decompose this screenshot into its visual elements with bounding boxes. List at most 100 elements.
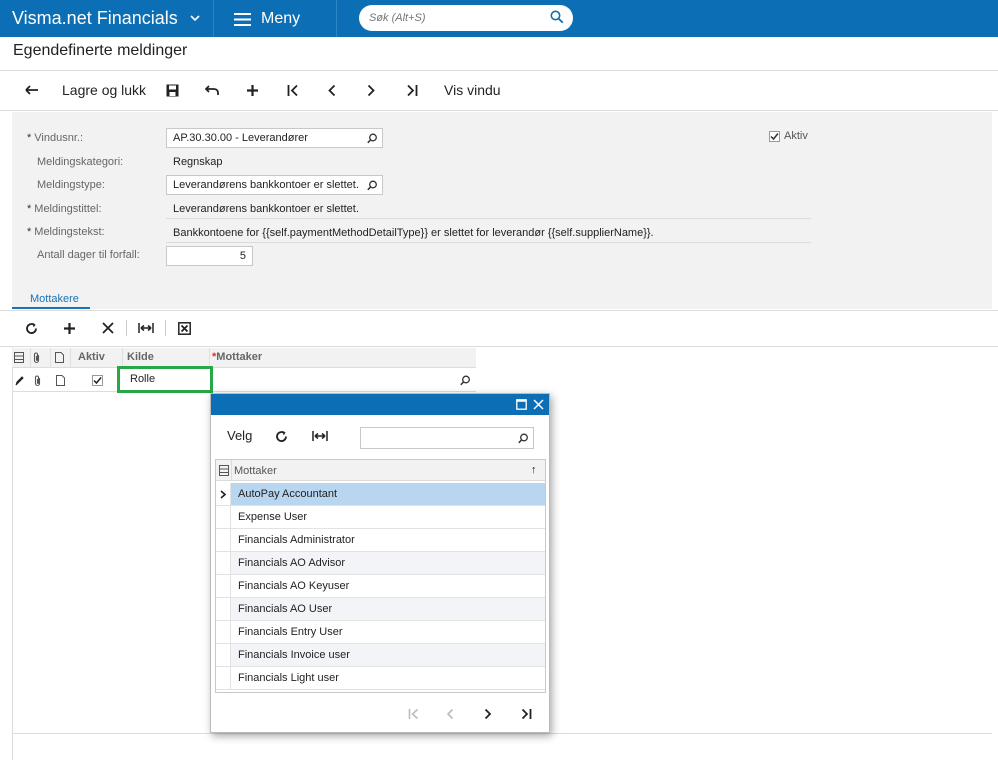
search-icon[interactable] <box>367 180 378 191</box>
meldingstekst-label: * Meldingstekst: <box>27 226 105 238</box>
meldingstittel-field[interactable]: Leverandørens bankkontoer er slettet. <box>173 203 359 215</box>
save-close-button[interactable]: Lagre og lukk <box>62 80 146 100</box>
list-item[interactable]: AutoPay Accountant <box>216 483 545 506</box>
list-item[interactable]: Financials Invoice user <box>216 644 545 667</box>
close-icon[interactable] <box>533 399 544 410</box>
kilde-cell[interactable]: Rolle <box>117 366 213 393</box>
pencil-icon <box>15 376 24 386</box>
list-item[interactable]: Expense User <box>216 506 545 529</box>
field-underline <box>166 242 811 243</box>
chevron-right-icon <box>484 708 492 720</box>
menu-button[interactable]: Meny <box>234 10 300 28</box>
checkbox-checked-icon <box>769 130 780 142</box>
popup-search-input[interactable] <box>365 431 510 445</box>
column-header-mottaker[interactable]: Mottaker <box>234 465 277 477</box>
antall-dager-field[interactable]: 5 <box>166 246 253 266</box>
current-row-arrow-icon <box>220 490 226 499</box>
add-button[interactable] <box>242 80 262 100</box>
meldingskategori-value: Regnskap <box>173 156 223 168</box>
popup-titlebar <box>211 394 549 415</box>
save-button[interactable] <box>162 80 182 100</box>
row-selector-icon[interactable] <box>14 352 24 363</box>
last-page-icon <box>521 708 531 720</box>
table-row[interactable] <box>12 370 476 392</box>
meldingstype-field[interactable]: Leverandørens bankkontoer er slettet. <box>166 175 383 195</box>
field-underline <box>166 218 811 219</box>
note-icon[interactable] <box>55 352 64 363</box>
arrow-left-icon <box>25 85 38 95</box>
tab-mottakere[interactable]: Mottakere <box>30 293 79 305</box>
undo-button[interactable] <box>202 80 222 100</box>
menu-label: Meny <box>261 10 301 27</box>
plus-icon <box>63 322 75 334</box>
main-toolbar: Lagre og lukk Vis vindu <box>0 74 998 104</box>
checkbox-checked-icon <box>93 377 102 385</box>
global-search-input[interactable] <box>369 9 539 27</box>
column-divider <box>231 460 232 481</box>
list-item[interactable]: Financials Administrator <box>216 529 545 552</box>
list-item[interactable]: Financials Entry User <box>216 621 545 644</box>
aktiv-row-checkbox[interactable] <box>92 375 103 386</box>
paperclip-icon[interactable] <box>32 352 41 364</box>
toolbar-divider <box>126 320 127 336</box>
column-divider <box>122 348 123 368</box>
last-record-button[interactable] <box>402 80 422 100</box>
refresh-icon <box>25 322 37 334</box>
refresh-icon <box>276 430 287 442</box>
next-record-button[interactable] <box>361 80 381 100</box>
divider <box>0 310 998 311</box>
mottaker-selector-popup: Velg Mottaker ↑ AutoPay Accountant Expen… <box>210 393 550 733</box>
back-button[interactable] <box>22 80 42 100</box>
divider <box>12 733 992 734</box>
column-divider <box>30 348 31 368</box>
topbar-divider <box>336 0 337 37</box>
meldingstekst-field[interactable]: Bankkontoene for {{self.paymentMethodDet… <box>173 227 654 239</box>
delete-row-button[interactable] <box>99 320 117 336</box>
paperclip-icon[interactable] <box>33 375 42 387</box>
column-divider <box>70 348 71 368</box>
vindusnr-field[interactable]: AP.30.30.00 - Leverandører <box>166 128 383 148</box>
topbar-divider <box>213 0 214 37</box>
column-header-aktiv[interactable]: Aktiv <box>78 351 105 363</box>
maximize-icon[interactable] <box>516 399 527 410</box>
popup-search[interactable] <box>360 427 534 449</box>
grid-border <box>12 346 13 760</box>
sort-ascending-icon[interactable]: ↑ <box>531 464 537 476</box>
list-item[interactable]: Financials Light user <box>216 667 545 690</box>
search-icon[interactable] <box>460 375 471 386</box>
add-row-button[interactable] <box>60 320 78 336</box>
form-panel <box>12 112 992 309</box>
meldingskategori-label: Meldingskategori: <box>37 156 124 168</box>
next-page-button[interactable] <box>479 706 497 722</box>
column-divider <box>50 348 51 368</box>
previous-record-button[interactable] <box>321 80 341 100</box>
aktiv-checkbox[interactable]: Aktiv <box>769 130 808 142</box>
search-icon[interactable] <box>367 133 378 144</box>
column-header-kilde[interactable]: Kilde <box>127 351 154 363</box>
global-search[interactable] <box>359 5 573 31</box>
list-item[interactable]: Financials AO User <box>216 598 545 621</box>
app-switcher[interactable]: Visma.net Financials <box>12 8 200 29</box>
first-page-button[interactable] <box>404 706 422 722</box>
velg-button[interactable]: Velg <box>227 428 252 443</box>
fit-columns-button[interactable] <box>312 430 328 442</box>
row-selector-icon[interactable] <box>219 465 229 476</box>
export-excel-icon <box>177 321 191 335</box>
first-record-button[interactable] <box>283 80 303 100</box>
row-selector <box>216 483 231 505</box>
list-item[interactable]: Financials AO Keyuser <box>216 575 545 598</box>
grid-header: Aktiv Kilde *Mottaker <box>12 348 476 368</box>
search-icon[interactable] <box>518 433 529 444</box>
refresh-button[interactable] <box>22 320 40 336</box>
search-icon[interactable] <box>550 10 564 24</box>
previous-page-button[interactable] <box>441 706 459 722</box>
list-item[interactable]: Financials AO Advisor <box>216 552 545 575</box>
antall-dager-label: Antall dager til forfall: <box>37 249 140 261</box>
refresh-button[interactable] <box>275 430 288 443</box>
note-icon[interactable] <box>56 375 65 386</box>
export-excel-button[interactable] <box>175 320 193 336</box>
column-header-mottaker[interactable]: *Mottaker <box>212 351 262 363</box>
fit-columns-button[interactable] <box>137 320 155 336</box>
vis-vindu-button[interactable]: Vis vindu <box>444 80 501 100</box>
last-page-button[interactable] <box>517 706 535 722</box>
